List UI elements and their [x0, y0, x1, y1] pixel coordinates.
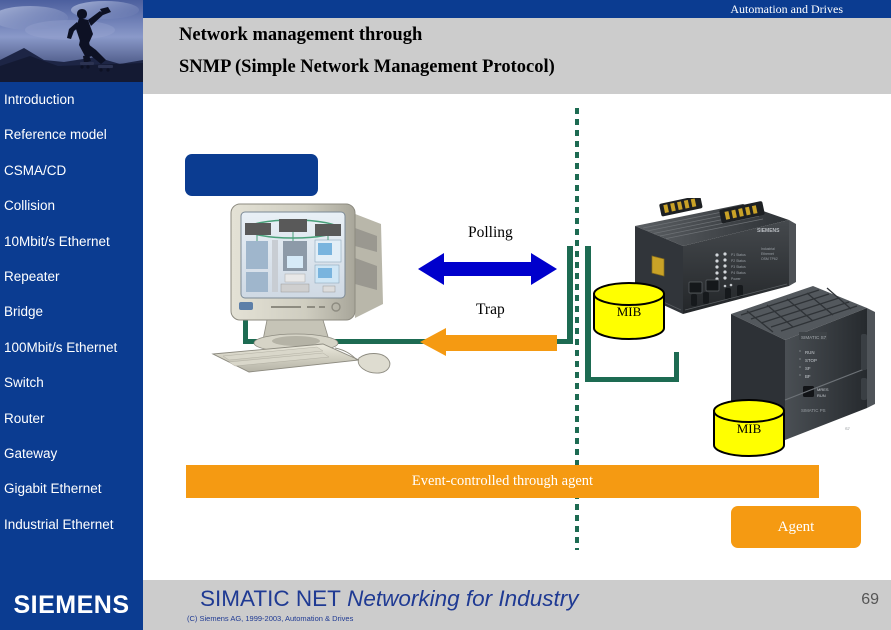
corporate-label: Automation and Drives: [730, 2, 843, 16]
event-banner: Event-controlled through agent: [186, 465, 819, 498]
svg-text:SIEMENS: SIEMENS: [757, 228, 780, 234]
sidebar-item-100mbit-ethernet[interactable]: 100Mbit/s Ethernet: [0, 330, 143, 365]
pc-workstation-image: [205, 194, 415, 374]
footer-product-name: SIMATIC NET: [200, 586, 341, 611]
svg-text:S7: S7: [845, 426, 851, 431]
page-number: 69: [861, 591, 879, 608]
sidebar-item-reference-model[interactable]: Reference model: [0, 117, 143, 152]
trap-arrow: [420, 327, 557, 357]
svg-text:SIMATIC PS: SIMATIC PS: [801, 408, 826, 413]
event-banner-label: Event-controlled through agent: [411, 473, 594, 489]
sidebar-item-label: Collision: [4, 198, 56, 214]
footer-bar: SIMATIC NET Networking for Industry (C) …: [143, 580, 891, 630]
sidebar-item-label: Bridge: [4, 304, 44, 320]
agent-label: Agent: [777, 518, 815, 535]
siemens-logo: SIEMENS: [0, 580, 143, 630]
mib-cylinder-switch: MIB: [591, 282, 667, 340]
sidebar-item-label: Industrial Ethernet: [4, 516, 114, 532]
blue-placeholder-box: [185, 154, 318, 196]
svg-text:P1 Status: P1 Status: [731, 253, 746, 257]
page-title-line2: SNMP (Simple Network Management Protocol…: [179, 57, 555, 77]
svg-text:Industrial: Industrial: [761, 247, 775, 251]
sidebar-item-label: Gigabit Ethernet: [4, 481, 102, 497]
svg-text:SF: SF: [805, 366, 811, 371]
svg-text:MRES: MRES: [817, 387, 829, 392]
sidebar-item-switch[interactable]: Switch: [0, 365, 143, 400]
sidebar-item-10mbit-ethernet[interactable]: 10Mbit/s Ethernet: [0, 224, 143, 259]
sidebar-item-introduction[interactable]: Introduction: [0, 82, 143, 117]
title-bar: Network management through SNMP (Simple …: [143, 18, 891, 94]
sidebar-item-repeater[interactable]: Repeater: [0, 259, 143, 294]
mib-cylinder-plc: MIB: [711, 399, 787, 457]
svg-text:RUN: RUN: [817, 393, 826, 398]
footer-title: SIMATIC NET Networking for Industry: [200, 586, 578, 612]
svg-text:P3 Status: P3 Status: [731, 265, 746, 269]
svg-text:Power: Power: [731, 277, 741, 281]
sidebar-item-label: Router: [4, 410, 45, 426]
page-title-line1: Network management through: [179, 25, 423, 45]
database-cylinder-icon: [713, 399, 785, 457]
double-arrow-icon: [418, 253, 557, 285]
sidebar-item-industrial-ethernet[interactable]: Industrial Ethernet: [0, 507, 143, 542]
sidebar-item-gateway[interactable]: Gateway: [0, 436, 143, 471]
sidebar-item-label: Switch: [4, 375, 44, 391]
hero-photo: [0, 0, 143, 82]
svg-text:SIMATIC S7: SIMATIC S7: [801, 335, 827, 340]
sidebar-item-list: Introduction Reference model CSMA/CD Col…: [0, 82, 143, 542]
bus-line-lower-horizontal: [585, 377, 679, 382]
sidebar-item-router[interactable]: Router: [0, 401, 143, 436]
sidebar-item-label: CSMA/CD: [4, 162, 67, 178]
sidebar-item-label: Repeater: [4, 268, 60, 284]
agent-box: Agent: [731, 506, 861, 548]
polling-arrow: [418, 251, 557, 287]
sidebar-item-collision[interactable]: Collision: [0, 188, 143, 223]
siemens-logo-text: SIEMENS: [13, 590, 130, 619]
sidebar-item-label: Reference model: [4, 127, 107, 143]
svg-text:P2 Status: P2 Status: [731, 259, 746, 263]
footer-tagline: Networking for Industry: [347, 586, 579, 611]
sidebar-item-csma-cd[interactable]: CSMA/CD: [0, 153, 143, 188]
bus-line-plc-drop: [674, 352, 679, 382]
sidebar-item-bridge[interactable]: Bridge: [0, 294, 143, 329]
slide-root: Introduction Reference model CSMA/CD Col…: [0, 0, 891, 630]
database-cylinder-icon: [593, 282, 665, 340]
svg-text:STOP: STOP: [805, 358, 817, 363]
sidebar-item-gigabit-ethernet[interactable]: Gigabit Ethernet: [0, 471, 143, 506]
footer-copyright: (C) Siemens AG, 1999-2003, Automation & …: [187, 614, 354, 623]
skater-photo-icon: [0, 0, 143, 82]
left-arrow-icon: [420, 328, 557, 356]
sidebar-item-label: 10Mbit/s Ethernet: [4, 233, 110, 249]
svg-text:Ethernet: Ethernet: [761, 252, 774, 256]
svg-text:BF: BF: [805, 374, 811, 379]
crt-computer-icon: [211, 203, 391, 374]
svg-text:P4 Status: P4 Status: [731, 271, 746, 275]
polling-label: Polling: [468, 224, 513, 241]
slide-content: Polling Trap P1 Status P2 Status P3 Stat…: [143, 94, 891, 580]
svg-text:OSM TP62: OSM TP62: [761, 257, 778, 261]
trap-label: Trap: [476, 301, 505, 318]
sidebar-nav: Introduction Reference model CSMA/CD Col…: [0, 82, 143, 580]
bus-line-mid-vertical: [567, 246, 573, 342]
sidebar-item-label: Gateway: [4, 445, 58, 461]
sidebar-item-label: 100Mbit/s Ethernet: [4, 339, 118, 355]
svg-text:RUN: RUN: [805, 350, 815, 355]
sidebar-item-label: Introduction: [4, 92, 75, 107]
